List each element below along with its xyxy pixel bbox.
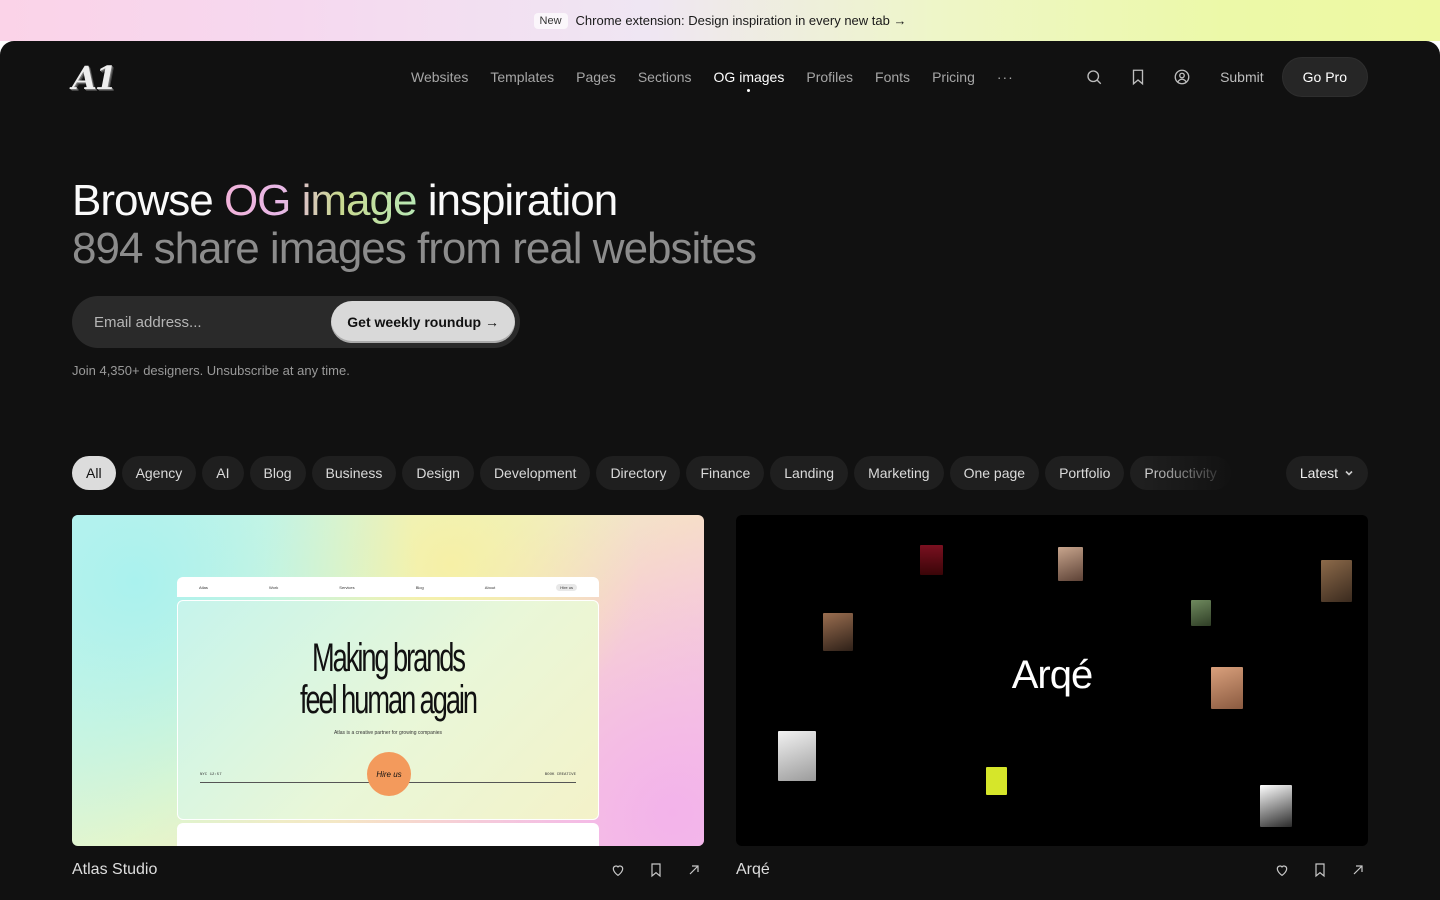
category-filters: All Agency AI Blog Business Design Devel…: [72, 456, 1252, 492]
card-footer: Atlas Studio: [72, 846, 704, 894]
filter-productivity[interactable]: Productivity: [1130, 456, 1231, 490]
card-footer: Arqé: [736, 846, 1368, 894]
filter-marketing[interactable]: Marketing: [854, 456, 944, 490]
preview-cta: Hire us: [367, 752, 411, 796]
filter-blog[interactable]: Blog: [249, 456, 306, 490]
preview-nav-item: Services: [339, 584, 355, 590]
title-pre: Browse: [72, 176, 224, 225]
heart-icon[interactable]: [602, 854, 634, 886]
chevron-down-icon: [1345, 470, 1353, 476]
page-title: Browse OG image inspiration: [72, 176, 619, 225]
card-title[interactable]: Arqé: [736, 861, 770, 879]
subscribe-note: Join 4,350+ designers. Unsubscribe at an…: [72, 363, 350, 378]
filter-portfolio[interactable]: Portfolio: [1045, 456, 1125, 490]
filter-landing[interactable]: Landing: [770, 456, 849, 490]
header-tools: Submit Go Pro: [1072, 57, 1368, 97]
preview-nav: Atlas Work Services Blog About Hire us: [177, 577, 599, 597]
og-card: Arqé Arqé: [736, 515, 1368, 894]
og-card: Atlas Work Services Blog About Hire us M…: [72, 515, 704, 894]
photo-tile: [1321, 560, 1352, 602]
go-pro-button[interactable]: Go Pro: [1281, 57, 1368, 97]
nav-profiles[interactable]: Profiles: [795, 41, 864, 113]
photo-tile: [1058, 547, 1083, 581]
logo[interactable]: A1: [72, 59, 117, 97]
atlas-preview: Atlas Work Services Blog About Hire us M…: [72, 515, 704, 846]
nav-sections[interactable]: Sections: [627, 41, 703, 113]
filter-agency[interactable]: Agency: [121, 456, 197, 490]
preview-headline-line: feel human again: [299, 678, 478, 722]
search-icon[interactable]: [1072, 57, 1116, 97]
title-highlight: OG image: [223, 176, 418, 225]
preview-headline-line: Making brands: [312, 636, 466, 680]
bookmark-icon[interactable]: [1116, 57, 1160, 97]
filter-design[interactable]: Design: [402, 456, 474, 490]
app-window: A1 Websites Templates Pages Sections OG …: [0, 41, 1440, 900]
top-header: A1 Websites Templates Pages Sections OG …: [0, 41, 1440, 113]
bookmark-icon[interactable]: [1304, 854, 1336, 886]
og-thumbnail[interactable]: Atlas Work Services Blog About Hire us M…: [72, 515, 704, 846]
bookmark-icon[interactable]: [640, 854, 672, 886]
announcement-bar[interactable]: New Chrome extension: Design inspiration…: [0, 0, 1440, 41]
nav-og-images[interactable]: OG images: [703, 41, 796, 113]
photo-tile: [986, 767, 1007, 795]
more-icon[interactable]: ···: [986, 69, 1025, 85]
filter-ai[interactable]: AI: [202, 456, 244, 490]
filter-directory[interactable]: Directory: [596, 456, 681, 490]
og-thumbnail[interactable]: Arqé: [736, 515, 1368, 846]
external-link-icon[interactable]: [678, 854, 710, 886]
nav-templates[interactable]: Templates: [479, 41, 565, 113]
email-input[interactable]: [94, 313, 324, 331]
sort-dropdown[interactable]: Latest: [1285, 456, 1368, 490]
filter-all[interactable]: All: [72, 456, 116, 490]
nav-websites[interactable]: Websites: [400, 41, 479, 113]
nav-fonts[interactable]: Fonts: [864, 41, 921, 113]
card-actions: [1266, 854, 1374, 886]
arqe-preview: Arqé: [736, 515, 1368, 846]
subscribe-form: Get weekly roundup →: [72, 296, 520, 348]
user-icon[interactable]: [1160, 57, 1204, 97]
preview-headline: Making brands feel human again: [245, 637, 531, 721]
preview-meta-right: BOOK CREATIVE: [544, 773, 576, 777]
photo-tile: [1191, 600, 1211, 626]
filter-finance[interactable]: Finance: [686, 456, 765, 490]
preview-nav-item: About: [484, 584, 496, 590]
external-link-icon[interactable]: [1342, 854, 1374, 886]
preview-nav-item: Hire us: [556, 583, 577, 591]
title-post: inspiration: [416, 176, 619, 225]
preview-nav-item: Work: [268, 584, 279, 590]
preview-hero: Making brands feel human again Atlas is …: [177, 600, 599, 820]
photo-tile: [778, 731, 816, 781]
preview-next-section: [177, 823, 599, 846]
nav-pages[interactable]: Pages: [565, 41, 627, 113]
arqe-wordmark: Arqé: [1011, 653, 1094, 697]
heart-icon[interactable]: [1266, 854, 1298, 886]
preview-nav-item: Atlas: [199, 584, 208, 590]
submit-link[interactable]: Submit: [1204, 69, 1282, 85]
card-title[interactable]: Atlas Studio: [72, 861, 157, 879]
nav-pricing[interactable]: Pricing: [921, 41, 986, 113]
preview-nav-item: Blog: [415, 584, 424, 590]
new-badge: New: [533, 12, 568, 29]
sort-label: Latest: [1299, 465, 1338, 481]
photo-tile: [823, 613, 853, 651]
filter-one-page[interactable]: One page: [949, 456, 1040, 490]
main-nav: Websites Templates Pages Sections OG ima…: [400, 41, 1025, 113]
preview-tagline: Atlas is a creative partner for growing …: [333, 730, 443, 736]
page-subtitle: 894 share images from real websites: [72, 224, 757, 273]
filter-business[interactable]: Business: [311, 456, 397, 490]
filter-development[interactable]: Development: [479, 456, 591, 490]
announcement-text[interactable]: Chrome extension: Design inspiration in …: [576, 13, 907, 28]
photo-tile: [920, 545, 943, 575]
card-actions: [602, 854, 710, 886]
photo-tile: [1260, 785, 1292, 827]
weekly-roundup-button[interactable]: Get weekly roundup →: [331, 301, 515, 343]
preview-meta-left: NYC 12:57: [200, 773, 222, 777]
